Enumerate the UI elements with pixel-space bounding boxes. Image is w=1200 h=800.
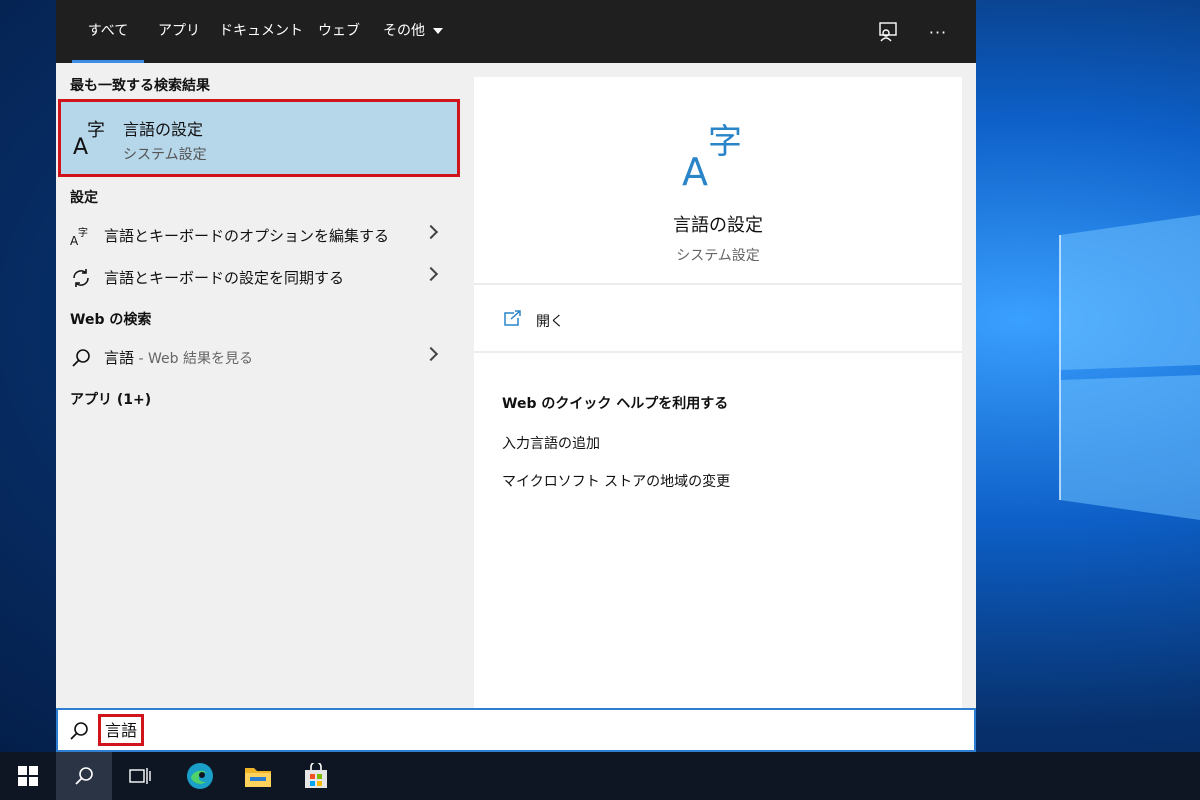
search-icon [70,722,88,740]
quick-help-heading: Web のクイック ヘルプを利用する [502,396,729,412]
search-panel: すべて アプリ ドキュメント ウェブ その他 ··· 最も一致する検索結果 A … [56,0,976,752]
windows-icon [18,766,38,786]
search-icon [72,349,90,367]
more-icon[interactable]: ··· [924,18,952,46]
apps-heading[interactable]: アプリ (1+) [70,389,151,409]
preview-card: A 字 言語の設定 システム設定 開く Web のクイック ヘルプを利用する 入… [474,77,962,708]
tab-documents[interactable]: ドキュメント [216,0,306,63]
taskbar-search-button[interactable] [56,752,112,800]
svg-text:字: 字 [708,122,742,162]
tab-more[interactable]: その他 [378,0,448,63]
web-search-heading: Web の検索 [70,312,152,328]
language-icon: A 字 [682,122,742,189]
language-icon: A 字 [70,226,88,247]
setting-item-sync[interactable]: 言語とキーボードの設定を同期する [56,257,460,297]
tab-web[interactable]: ウェブ [314,0,364,63]
store-button[interactable] [288,752,344,800]
best-match-item[interactable]: A 字 言語の設定 システム設定 [58,99,460,177]
tab-all[interactable]: すべて [72,0,144,63]
divider [474,351,962,353]
search-input[interactable]: 言語 [98,714,145,746]
tab-apps[interactable]: アプリ [152,0,206,63]
help-link-add-input-language[interactable]: 入力言語の追加 [502,433,600,453]
setting-item-language-keyboard-options[interactable]: A 字 言語とキーボードのオプションを編集する [56,215,460,255]
best-match-title: 言語の設定 [123,120,204,139]
task-view-button[interactable] [112,752,168,800]
search-box[interactable]: 言語 [56,708,976,752]
preview-subtitle: システム設定 [676,248,760,264]
language-icon: A 字 [73,120,105,158]
svg-text:A: A [73,135,88,158]
chevron-right-icon [423,266,439,282]
chevron-down-icon [433,28,443,34]
help-link-store-region[interactable]: マイクロソフト ストアの地域の変更 [502,471,730,491]
edge-button[interactable] [172,752,228,800]
results-list: 最も一致する検索結果 A 字 言語の設定 システム設定 設定 A 字 言語とキー… [56,63,460,708]
settings-heading: 設定 [70,190,98,206]
sync-icon [73,269,89,287]
chevron-right-icon [423,224,439,240]
divider [474,283,962,285]
web-query: 言語 [104,349,135,367]
file-explorer-icon [245,768,271,787]
svg-text:A: A [682,150,708,189]
taskbar [0,752,1200,800]
task-view-icon [129,768,151,784]
open-icon [504,310,521,326]
file-explorer-button[interactable] [230,752,286,800]
svg-text:字: 字 [78,226,88,239]
store-icon [305,763,327,788]
search-icon [75,767,93,785]
web-search-item[interactable]: 言語 - Web 結果を見る [56,337,460,377]
search-scope-bar: すべて アプリ ドキュメント ウェブ その他 ··· [56,0,976,63]
chevron-right-icon [423,346,439,362]
best-match-subtitle: システム設定 [123,147,207,163]
svg-text:字: 字 [87,120,105,141]
start-button[interactable] [0,752,56,800]
preview-pane: A 字 言語の設定 システム設定 開く Web のクイック ヘルプを利用する 入… [460,63,976,708]
best-match-heading: 最も一致する検索結果 [70,78,210,94]
web-suffix: - Web 結果を見る [134,351,253,367]
feedback-icon[interactable] [874,18,902,46]
preview-title: 言語の設定 [673,215,763,236]
edge-icon [187,763,213,789]
